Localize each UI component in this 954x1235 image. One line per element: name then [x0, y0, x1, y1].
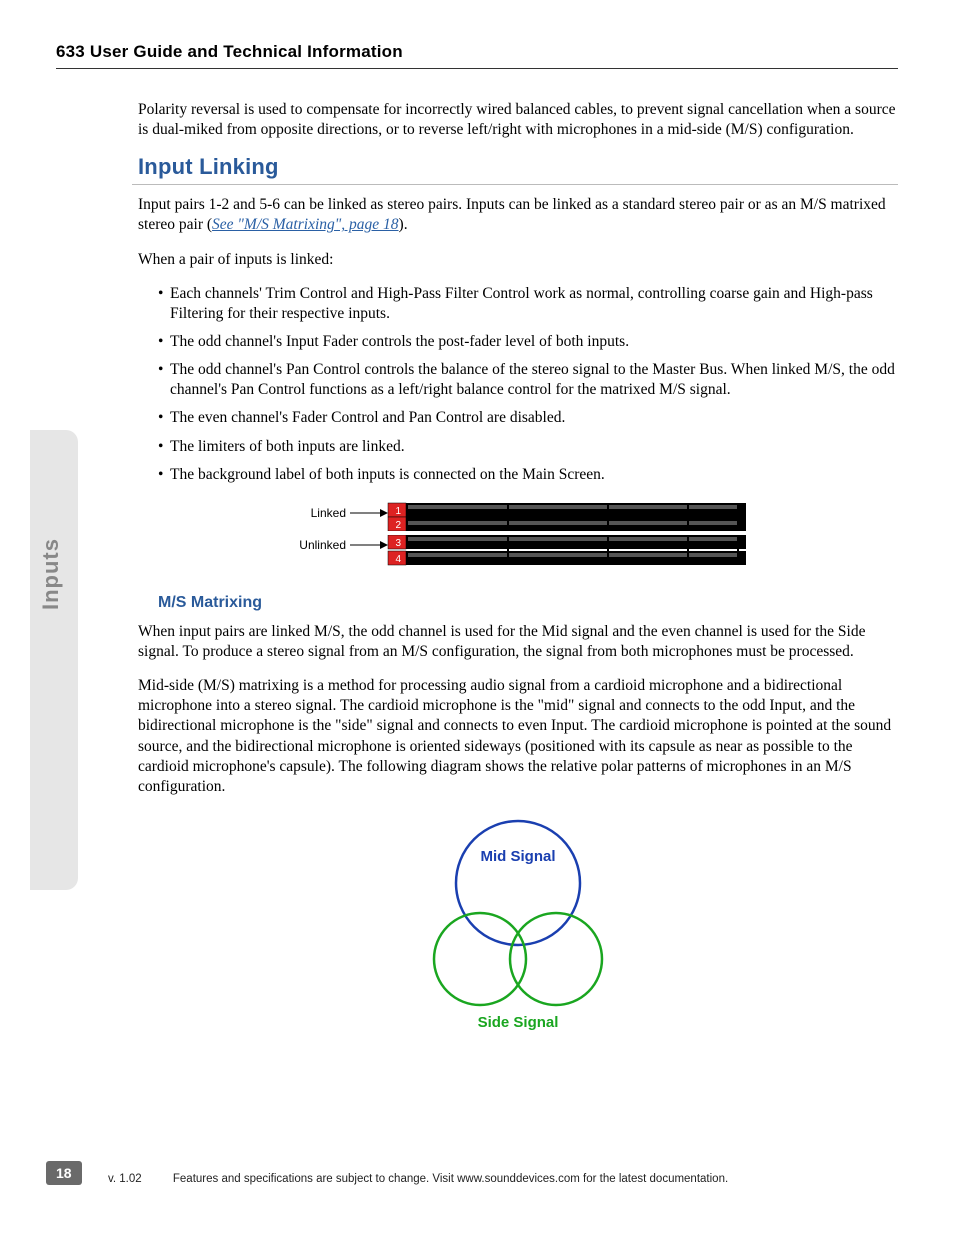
- unlinked-label: Unlinked: [299, 538, 346, 552]
- ms-paragraph-1: When input pairs are linked M/S, the odd…: [138, 622, 898, 662]
- list-item: The even channel's Fader Control and Pan…: [158, 408, 898, 428]
- mid-signal-label: Mid Signal: [481, 848, 556, 865]
- page-header: 633 User Guide and Technical Information: [56, 42, 898, 69]
- linking-intro-paragraph: Input pairs 1-2 and 5-6 can be linked as…: [138, 195, 898, 235]
- list-item: The odd channel's Pan Control controls t…: [158, 360, 898, 400]
- sidebar-tab: [30, 430, 78, 890]
- page-footer: v. 1.02 Features and specifications are …: [108, 1173, 728, 1185]
- ms-matrixing-link[interactable]: See "M/S Matrixing", page 18: [212, 216, 399, 233]
- side-signal-label: Side Signal: [478, 1014, 559, 1031]
- polar-pattern-diagram: Mid Signal Side Signal: [338, 811, 698, 1036]
- linking-when-paragraph: When a pair of inputs is linked:: [138, 250, 898, 270]
- linking-intro-b: ).: [399, 216, 408, 233]
- list-item: Each channels' Trim Control and High-Pas…: [158, 284, 898, 324]
- input-linking-heading: Input Linking: [138, 154, 898, 180]
- meter-row-num: 1: [395, 506, 401, 517]
- header-title: 633 User Guide and Technical Information: [56, 42, 898, 62]
- meter-row-num: 4: [395, 554, 401, 565]
- footer-note: Features and specifications are subject …: [173, 1173, 728, 1185]
- list-item: The background label of both inputs is c…: [158, 465, 898, 485]
- meter-row-num: 3: [395, 538, 401, 549]
- polarity-paragraph: Polarity reversal is used to compensate …: [138, 100, 898, 140]
- linking-bullet-list: Each channels' Trim Control and High-Pas…: [158, 284, 898, 485]
- section-divider: [132, 184, 898, 185]
- footer-version: v. 1.02: [108, 1173, 142, 1185]
- ms-paragraph-2: Mid-side (M/S) matrixing is a method for…: [138, 676, 898, 797]
- sidebar-section-label: Inputs: [38, 538, 64, 610]
- linked-label: Linked: [311, 506, 346, 520]
- page-content: Polarity reversal is used to compensate …: [138, 100, 898, 1036]
- page-number-badge: 18: [46, 1161, 82, 1185]
- meter-diagram: 1 2 3 4: [268, 501, 768, 574]
- list-item: The odd channel's Input Fader controls t…: [158, 332, 898, 352]
- list-item: The limiters of both inputs are linked.: [158, 437, 898, 457]
- meter-row-num: 2: [395, 520, 401, 531]
- ms-matrixing-heading: M/S Matrixing: [158, 594, 898, 612]
